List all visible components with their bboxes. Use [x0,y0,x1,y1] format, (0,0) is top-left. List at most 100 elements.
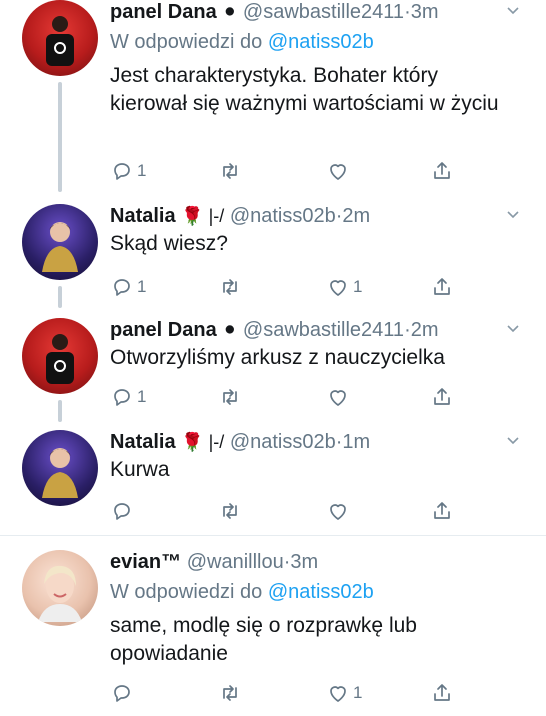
avatar-figure [22,442,98,503]
chevron-down-icon[interactable] [506,322,520,336]
separator-dot: · [404,319,411,341]
retweet-icon [223,503,237,519]
badge-emoji: ⚫ [222,2,238,22]
reply-mention[interactable]: @natiss02b [268,581,374,603]
tweet-text: Kurwa [110,458,170,481]
share-icon [434,502,450,519]
tweet[interactable]: panel Dana ⚫ @sawbastille2411·2m Otworzy… [0,318,546,426]
display-name[interactable]: Natalia [110,431,176,453]
retweet-button[interactable] [218,498,242,524]
tweet-header: panel Dana ⚫ @sawbastille2411·2m [110,318,439,342]
share-button[interactable] [430,158,454,184]
display-name[interactable]: panel Dana [110,1,217,23]
share-button[interactable] [430,384,454,410]
retweet-icon [223,389,237,405]
tweet-text: same, modlę się o rozprawkę lub opowiada… [110,614,417,665]
retweet-icon [223,279,237,295]
chevron-down-icon[interactable] [506,4,520,18]
avatar[interactable] [22,0,98,76]
reply-icon [114,163,130,180]
retweet-button[interactable] [218,274,242,300]
retweet-icon [223,685,237,701]
reply-prefix: W odpowiedzi do [110,581,263,603]
chevron-down-icon[interactable] [506,208,520,222]
tweet-header: panel Dana ⚫ @sawbastille2411·3m [110,0,439,24]
reply-icon [114,503,130,520]
tweet-header: Natalia 🌹 |-/ @natiss02b·2m [110,204,370,228]
like-button[interactable] [326,498,353,524]
timestamp[interactable]: 2m [411,319,439,341]
like-button[interactable]: 1 [326,680,362,706]
tweet-actions: 1 [110,158,450,184]
tweet[interactable]: Natalia 🌹 |-/ @natiss02b·1m Kurwa [0,430,546,530]
tweet[interactable]: evian™ @wanilllou·3m W odpowiedzi do @na… [0,550,546,716]
timestamp[interactable]: 1m [342,431,370,453]
reply-mention[interactable]: @natiss02b [268,31,374,53]
like-button[interactable] [326,158,353,184]
reply-icon [114,279,130,296]
reply-button[interactable] [110,680,137,706]
badge-emoji: ⚫ [222,320,238,340]
like-count: 1 [353,277,363,296]
thread-divider [0,535,546,536]
tweet-text: Jest charakterystyka. Bohater który kier… [110,64,499,115]
tweet-header: evian™ @wanilllou·3m [110,550,318,574]
share-icon [434,684,450,701]
tweet[interactable]: Natalia 🌹 |-/ @natiss02b·2m Skąd wiesz? … [0,204,546,314]
avatar-figure [22,216,98,277]
user-handle[interactable]: @natiss02b [230,205,336,227]
avatar[interactable] [22,318,98,394]
reply-button[interactable]: 1 [110,274,146,300]
like-icon [330,390,346,406]
avatar-figure [22,558,98,626]
display-name[interactable]: Natalia [110,205,176,227]
share-button[interactable] [430,680,454,706]
reply-button[interactable] [110,498,137,524]
user-handle[interactable]: @natiss02b [230,431,336,453]
reply-button[interactable]: 1 [110,384,146,410]
timestamp[interactable]: 3m [290,551,318,573]
reply-icon [114,389,130,406]
user-handle[interactable]: @sawbastille2411 [243,1,404,23]
like-icon [330,686,346,702]
reply-count: 1 [137,161,147,180]
share-icon [434,278,450,295]
share-button[interactable] [430,498,454,524]
like-count: 1 [353,683,363,702]
tweet-actions [110,498,450,524]
chevron-down-icon[interactable] [506,434,520,448]
retweet-icon [223,163,237,179]
share-button[interactable] [430,274,454,300]
reply-icon [114,685,130,702]
user-handle[interactable]: @wanilllou [187,551,284,573]
like-button[interactable]: 1 [326,274,362,300]
reply-context: W odpowiedzi do @natiss02b [110,580,374,604]
avatar[interactable] [22,550,98,626]
retweet-button[interactable] [218,680,242,706]
tweet-actions: 1 [110,680,450,706]
like-button[interactable] [326,384,353,410]
thread-line [58,82,62,192]
reply-count: 1 [137,387,147,406]
thread-line [58,400,62,422]
reply-prefix: W odpowiedzi do [110,31,263,53]
tweet-actions: 1 1 [110,274,450,300]
timestamp[interactable]: 3m [411,1,439,23]
reply-count: 1 [137,277,147,296]
tweet-text: Otworzyliśmy arkusz z nauczycielka [110,346,445,369]
avatar[interactable] [22,204,98,280]
tweet-text: Skąd wiesz? [110,232,228,255]
retweet-button[interactable] [218,158,242,184]
retweet-button[interactable] [218,384,242,410]
tweet-header: Natalia 🌹 |-/ @natiss02b·1m [110,430,370,454]
display-name[interactable]: evian™ [110,551,181,573]
badge-emoji: 🌹 |-/ [181,432,225,452]
like-icon [330,280,346,296]
display-name[interactable]: panel Dana [110,319,217,341]
avatar[interactable] [22,430,98,506]
avatar-figure [22,332,98,389]
reply-button[interactable]: 1 [110,158,146,184]
tweet[interactable]: panel Dana ⚫ @sawbastille2411·3m W odpow… [0,0,546,198]
user-handle[interactable]: @sawbastille2411 [243,319,404,341]
timestamp[interactable]: 2m [342,205,370,227]
